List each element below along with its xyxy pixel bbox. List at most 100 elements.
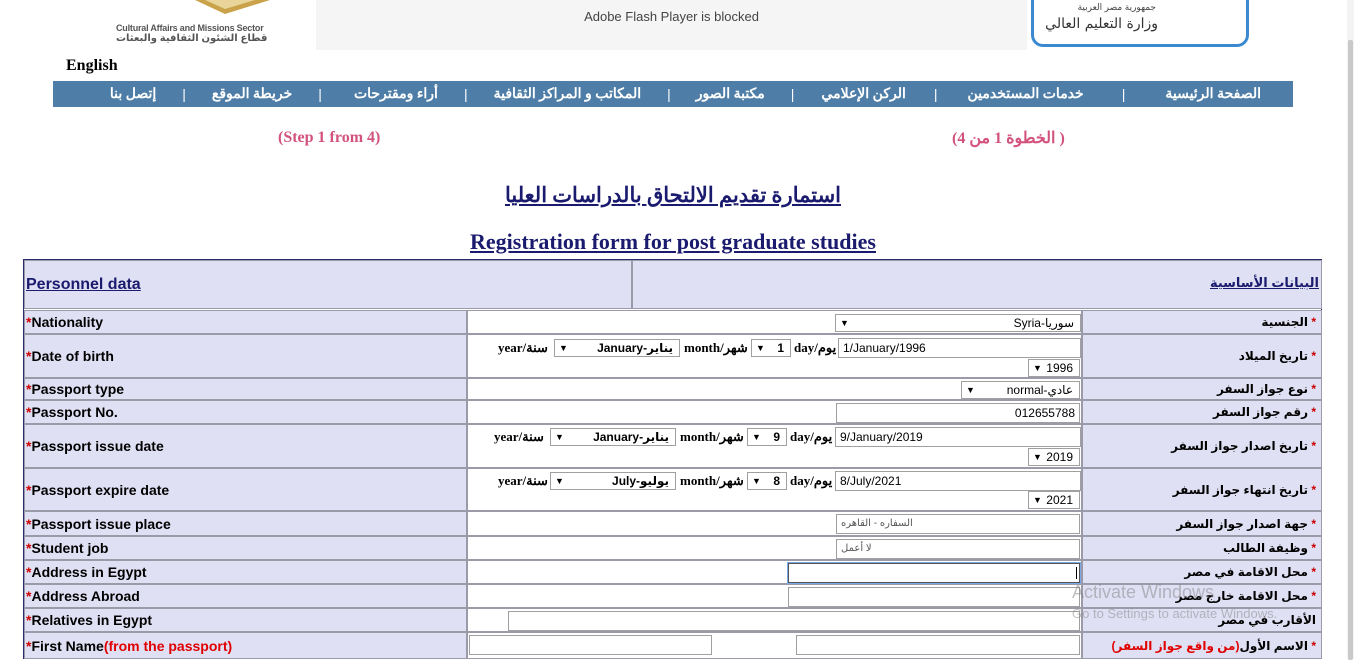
expire-date-text-field[interactable]: 8/July/2021 [835,471,1081,491]
chevron-down-icon: ▼ [1033,452,1042,462]
issue-date-label: * Passport issue date [24,424,467,468]
nationality-select[interactable]: ▼ Syria-سوريا [835,314,1081,332]
dob-day-select[interactable]: ▼ 1 [751,339,791,357]
nav-photo-library[interactable]: مكتبة الصور [696,86,765,103]
issue-year-label: yearسنة/ [494,429,544,444]
address-abroad-input[interactable] [788,587,1080,607]
sector-logo: Cultural Affairs and Missions Sector قطا… [110,0,316,48]
nationality-label: * Nationality [24,310,467,334]
issue-date-text-field[interactable]: 9/January/2019 [835,427,1081,447]
flash-blocked-text: Adobe Flash Player is blocked [584,9,759,24]
job-label-ar: * وظيفة الطالب [1082,536,1322,560]
chevron-down-icon: ▼ [752,476,761,486]
dob-month-select[interactable]: ▼ January-يناير [554,339,680,357]
section-header-ar: البيانات الأساسية [632,260,1322,309]
page-scrollbar[interactable] [1347,0,1354,660]
first-name-label-ar: * الاسم الأول (من واقع جواز السفر) [1082,632,1322,659]
nationality-cell: ▼ Syria-سوريا [467,310,1082,334]
text-cursor [1076,567,1077,579]
nav-media-corner[interactable]: الركن الإعلامي [821,86,905,103]
issue-date-cell: yearسنة/ ▼ January-يناير monthشهر/ ▼ 9 day… [467,424,1082,468]
sector-logo-ar: قطاع الشئون الثقافية والبعثات [116,33,268,44]
passport-no-cell: 012655788 [467,400,1082,424]
relatives-input[interactable] [508,611,1080,631]
section-header-en: Personnel data [24,260,632,309]
nav-separator: | [790,86,795,102]
nav-separator: | [463,86,468,102]
nav-separator: | [182,86,186,102]
first-name-en-input[interactable] [469,635,712,655]
page-title-en: Registration form for post graduate stud… [470,229,876,254]
job-input[interactable]: لا أعمل [836,539,1080,559]
issue-year-select[interactable]: ▼ 2019 [1028,448,1080,466]
issue-date-label-ar: * تاريخ اصدار جواز السفر [1082,424,1322,468]
relatives-cell [467,608,1082,632]
page-title-ar: استمارة تقديم الالتحاق بالدراسات العليا [504,183,841,207]
chevron-down-icon: ▼ [1033,495,1042,505]
passport-type-cell: ▼ normal-عادي [467,378,1082,400]
nationality-label-ar: * الجنسية [1082,310,1322,334]
nav-suggestions[interactable]: أراء ومقترحات [354,86,438,103]
nav-contact-us[interactable]: إتصل بنا [110,86,156,103]
expire-day-select[interactable]: ▼ 8 [747,472,787,490]
expire-month-select[interactable]: ▼ July-يوليو [550,472,676,490]
ministry-logo-country: جمهورية مصر العربية [1077,2,1156,12]
passport-type-label-ar: * نوع جواز السفر [1082,378,1322,400]
dob-label: * Date of birth [24,334,467,378]
dob-year-label: yearسنة/ [498,340,548,355]
dob-label-ar: * تاريخ الميلاد [1082,334,1322,378]
dob-year-select[interactable]: ▼ 1996 [1028,359,1080,377]
nav-separator: | [1121,86,1126,102]
chevron-down-icon: ▼ [756,343,765,353]
dob-cell: yearسنة/ ▼ January-يناير monthشهر/ ▼ 1 day… [467,334,1082,378]
english-language-link[interactable]: English [66,57,118,75]
nav-separator: | [667,86,671,102]
issue-day-label: dayيوم/ [790,429,833,444]
relatives-label: * Relatives in Egypt [24,608,467,632]
passport-no-label-ar: * رقم جواز السفر [1082,400,1322,424]
expire-date-cell: yearسنة/ ▼ July-يوليو monthشهر/ ▼ 8 dayيوم… [467,468,1082,511]
issue-day-select[interactable]: ▼ 9 [747,428,787,446]
expire-date-label: * Passport expire date [24,468,467,511]
scrollbar-thumb[interactable] [1348,40,1353,660]
sector-logo-en: Cultural Affairs and Missions Sector [116,23,264,33]
chevron-down-icon: ▼ [840,318,849,328]
address-egypt-input[interactable] [788,563,1080,583]
nav-site-map[interactable]: خريطة الموقع [212,86,292,103]
first-name-ar-input[interactable] [796,635,1080,655]
address-egypt-label: * Address in Egypt [24,560,467,584]
nav-home[interactable]: الصفحة الرئيسية [1165,86,1261,103]
passport-no-label: * Passport No. [24,400,467,424]
expire-year-select[interactable]: ▼ 2021 [1028,491,1080,509]
passport-no-input[interactable]: 012655788 [836,403,1080,423]
issue-month-label: monthشهر/ [680,429,744,444]
chevron-down-icon: ▼ [752,432,761,442]
issue-place-cell: السفاره - القاهره [467,511,1082,536]
chevron-down-icon: ▼ [559,343,568,353]
nav-cultural-offices[interactable]: المكاتب و المراكز الثقافية [494,86,642,103]
chevron-down-icon: ▼ [1033,363,1042,373]
first-name-label: * First Name (from the passport) [24,632,467,659]
nav-user-services[interactable]: خدمات المستخدمين [968,86,1084,103]
dob-day-label: dayيوم/ [794,340,837,355]
issue-month-select[interactable]: ▼ January-يناير [550,428,676,446]
main-navbar: الصفحة الرئيسية | خدمات المستخدمين | الر… [53,81,1293,107]
issue-place-input[interactable]: السفاره - القاهره [836,514,1080,534]
chevron-down-icon: ▼ [555,476,564,486]
ministry-logo-name: وزارة التعليم العالي [1045,16,1158,32]
expire-day-label: dayيوم/ [790,473,833,488]
job-label: * Student job [24,536,467,560]
nav-separator: | [318,86,322,102]
dob-text-field[interactable]: 1/January/1996 [838,338,1081,358]
chevron-down-icon: ▼ [555,432,564,442]
step-indicator-ar: ( الخطوة 1 من 4) [952,130,1065,147]
section-title-en: Personnel data [26,276,141,293]
chevron-down-icon: ▼ [966,385,975,395]
expire-year-label: yearسنة/ [498,473,548,488]
dob-month-label: monthشهر/ [684,340,748,355]
passport-type-select[interactable]: ▼ normal-عادي [961,381,1080,399]
passport-type-label: * Passport type [24,378,467,400]
section-title-ar: البيانات الأساسية [1209,275,1319,290]
flash-placeholder[interactable] [316,0,1027,50]
address-abroad-label: * Address Abroad [24,584,467,608]
